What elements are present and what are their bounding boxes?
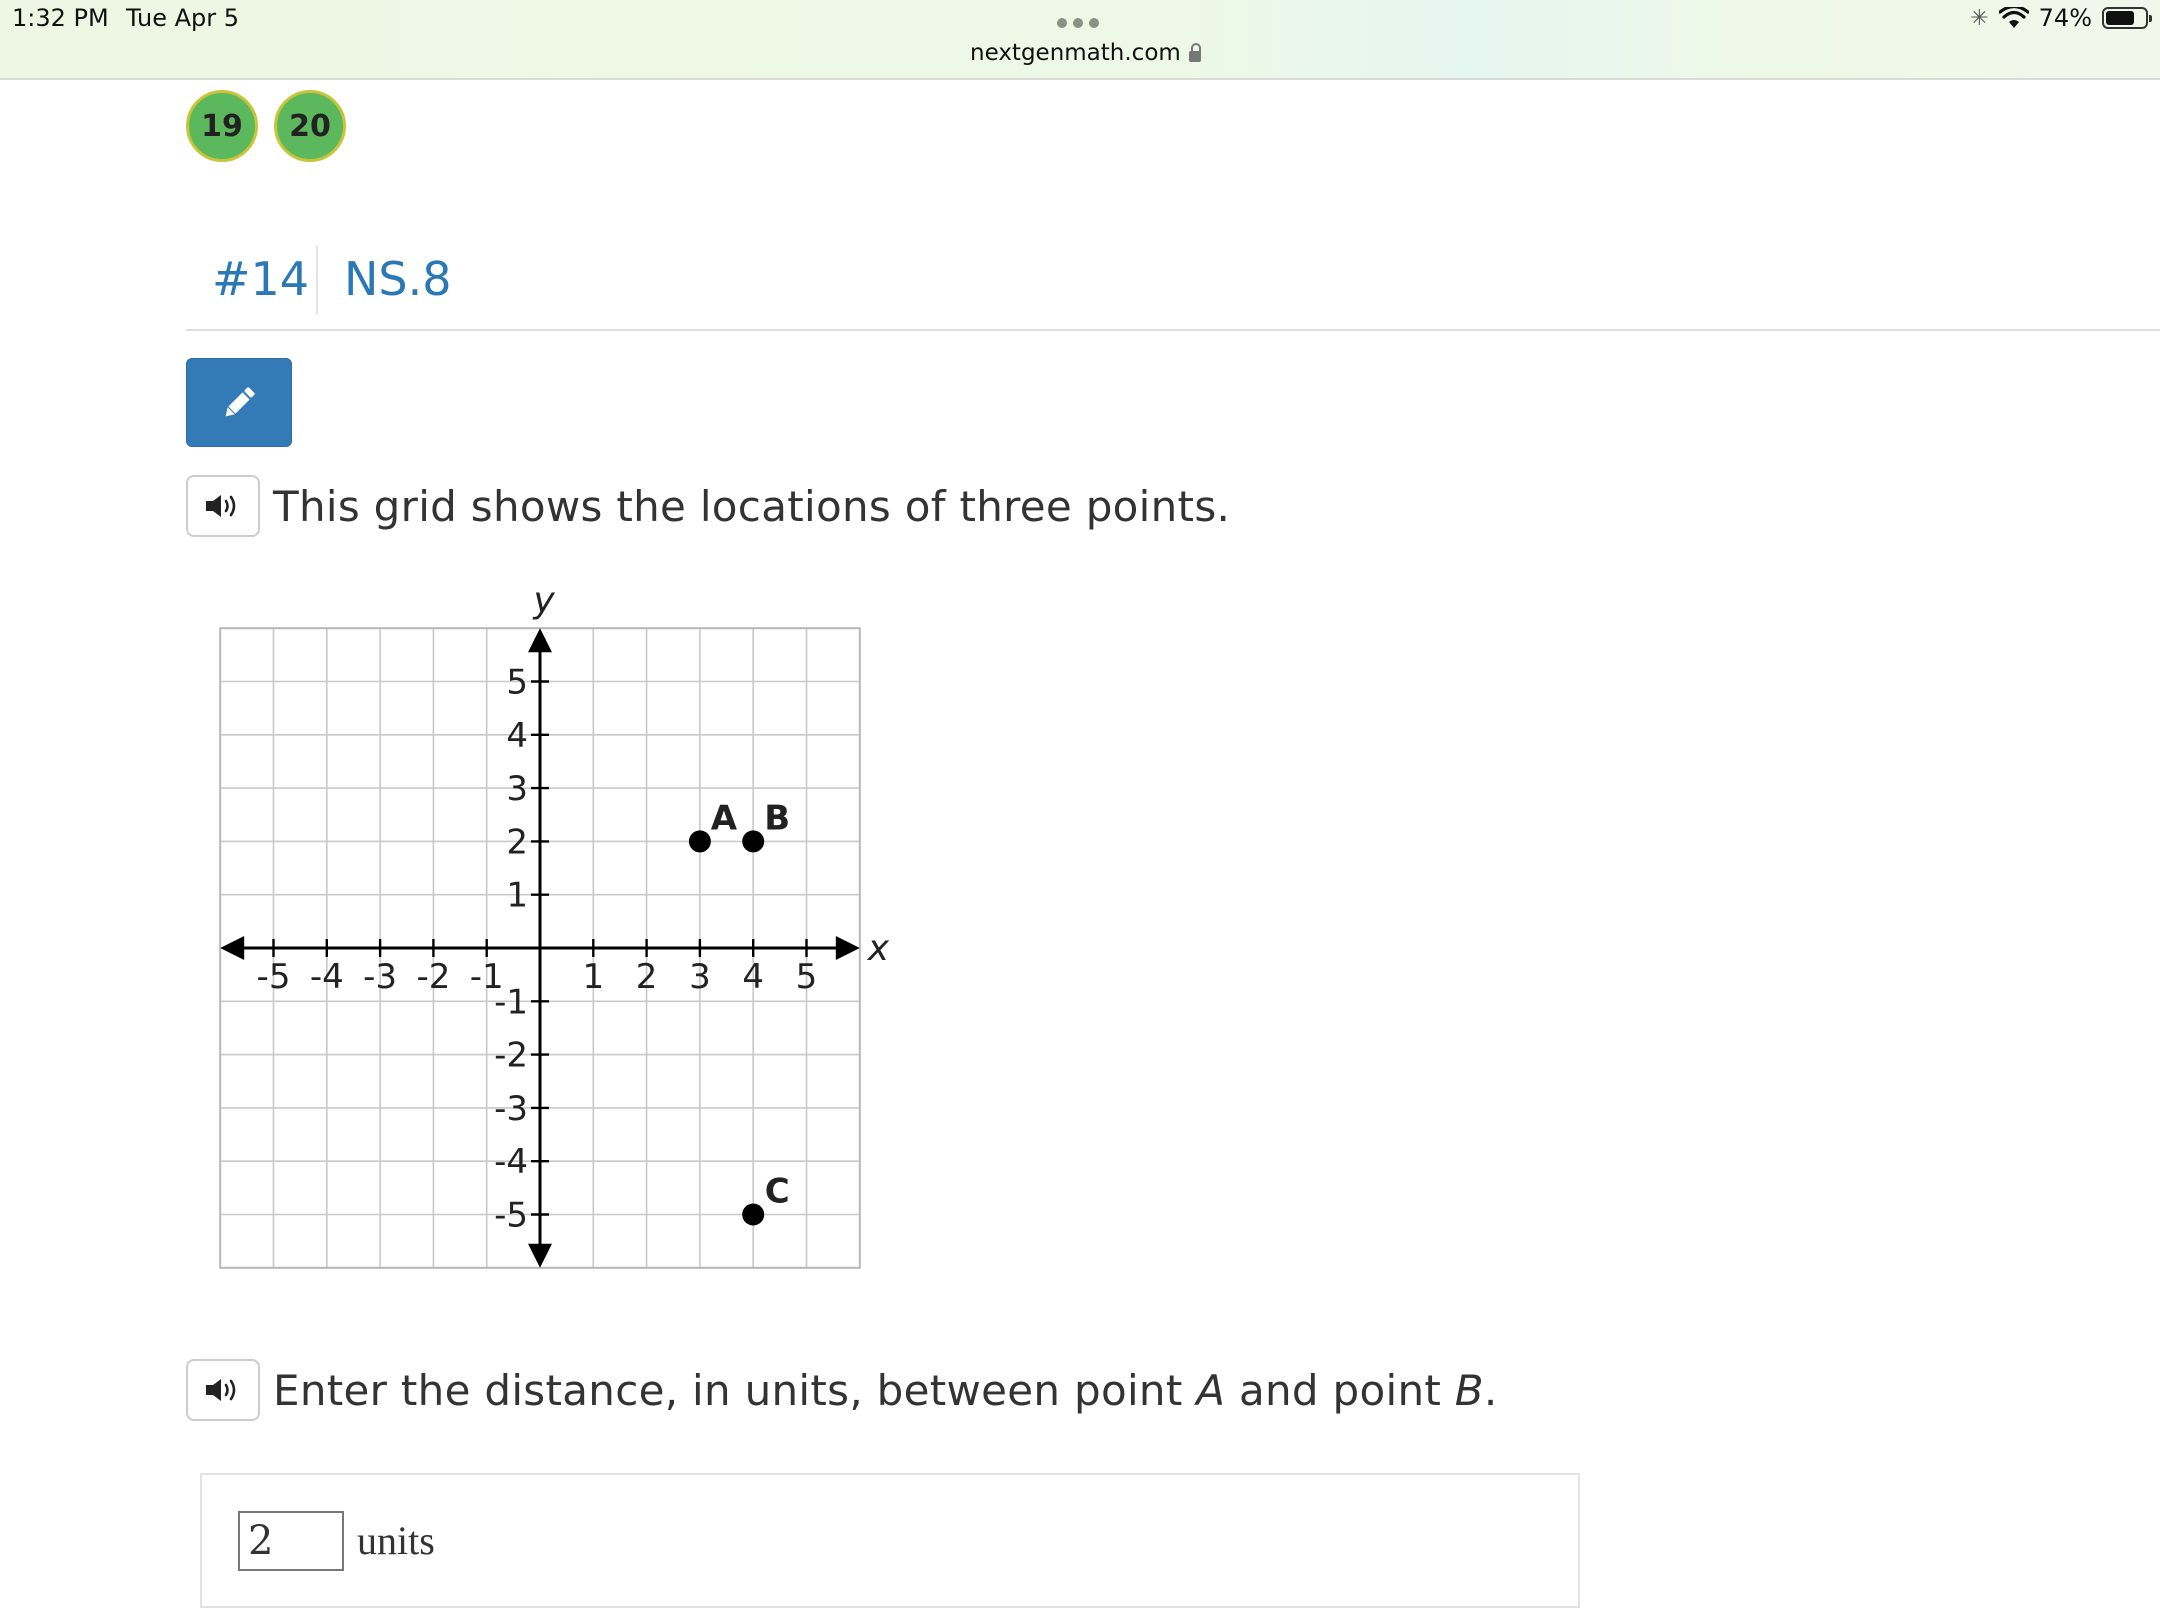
- x-tick-label: 1: [582, 957, 604, 997]
- point-a: [688, 830, 711, 853]
- y-tick-label: 1: [506, 876, 528, 916]
- x-tick-label: 5: [796, 957, 818, 997]
- status-time: 1:32 PM: [12, 4, 109, 32]
- units-label: units: [357, 1518, 435, 1563]
- point-b: [742, 830, 765, 853]
- x-tick-label: -4: [310, 957, 344, 997]
- question-nav-20[interactable]: 20: [274, 90, 346, 162]
- y-tick-label: 2: [506, 822, 528, 862]
- y-tick-label: -5: [494, 1196, 528, 1236]
- more-dots-icon[interactable]: [1057, 18, 1099, 28]
- point-a-label: A: [1196, 1366, 1226, 1415]
- y-tick-label: -4: [494, 1142, 528, 1182]
- distance-input[interactable]: [238, 1511, 344, 1571]
- prompt-text-1: This grid shows the locations of three p…: [273, 482, 1231, 531]
- url-text: nextgenmath.com: [970, 40, 1181, 66]
- x-tick-label: 4: [742, 957, 764, 997]
- point-b-label: B: [1454, 1366, 1484, 1415]
- read-aloud-button-1[interactable]: [186, 475, 260, 537]
- address-bar[interactable]: nextgenmath.com: [970, 40, 1201, 66]
- point-label-b: B: [764, 798, 790, 838]
- x-tick-label: 3: [689, 957, 711, 997]
- header-rule: [186, 329, 2160, 331]
- header-divider: [316, 246, 318, 314]
- activity-spinner-icon: ✳: [1970, 5, 1989, 31]
- y-tick-label: 4: [506, 716, 528, 756]
- prompt-text-2: Enter the distance, in units, between po…: [273, 1366, 1498, 1415]
- point-label-c: C: [765, 1172, 790, 1212]
- x-tick-label: -2: [416, 957, 450, 997]
- answer-box: units: [200, 1473, 1580, 1608]
- question-standard: NS.8: [344, 252, 452, 306]
- y-tick-label: 3: [506, 769, 528, 809]
- y-axis-arrow-down: [528, 1243, 552, 1268]
- x-axis-arrow-left: [220, 936, 245, 960]
- point-c: [742, 1203, 765, 1226]
- y-tick-label: -1: [494, 982, 528, 1022]
- lock-icon: [1188, 42, 1201, 62]
- y-tick-label: -3: [494, 1089, 528, 1129]
- status-indicators: ✳ 74%: [1970, 4, 2152, 32]
- scratchpad-button[interactable]: [186, 358, 292, 447]
- question-number: #14: [212, 252, 310, 306]
- speaker-icon: [206, 1379, 236, 1401]
- x-tick-label: -5: [257, 957, 291, 997]
- question-nav-19[interactable]: 19: [186, 90, 258, 162]
- battery-percent: 74%: [2038, 4, 2092, 32]
- battery-icon: [2102, 7, 2152, 29]
- coordinate-grid: -5 -4 -3 -2 -1 1 2 3 4 554321-1-2-3-4-5 xy A BC: [219, 580, 890, 1269]
- x-axis-label: x: [867, 928, 890, 969]
- x-axis-arrow-right: [835, 936, 860, 960]
- x-tick-label: -3: [363, 957, 397, 997]
- wifi-icon: [1998, 7, 2029, 28]
- y-tick-label: -2: [494, 1036, 528, 1076]
- y-axis-arrow-up: [528, 628, 552, 653]
- read-aloud-button-2[interactable]: [186, 1359, 260, 1421]
- pencil-icon: [225, 386, 255, 416]
- x-tick-label: 2: [636, 957, 658, 997]
- y-tick-label: 5: [506, 663, 528, 703]
- y-axis-label: y: [532, 580, 555, 621]
- speaker-icon: [206, 495, 236, 517]
- status-date: Tue Apr 5: [126, 4, 240, 32]
- status-bar: 1:32 PM Tue Apr 5 nextgenmath.com ✳ 74%: [0, 0, 2160, 80]
- point-label-a: A: [711, 798, 738, 838]
